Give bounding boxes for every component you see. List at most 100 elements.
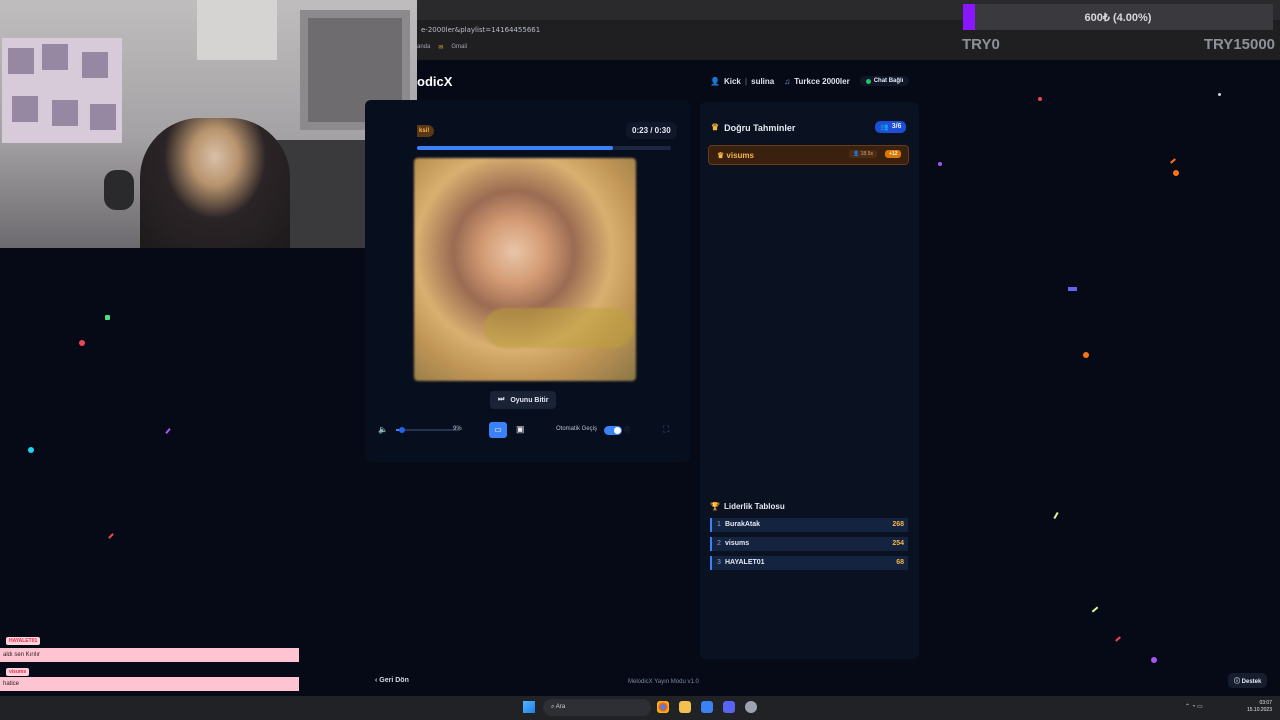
correct-guesses-count: 3/6 xyxy=(891,123,902,130)
playlist-name: Turkce 2000ler xyxy=(794,76,850,86)
version-label: MelodicX Yayın Modu v1.0 xyxy=(628,679,699,685)
webcam-shelf xyxy=(197,0,277,60)
skip-end-icon: ⏭ xyxy=(498,396,505,403)
leaderboard-row: 1 BurakAtak 268 xyxy=(710,518,908,532)
app-icon[interactable] xyxy=(701,701,713,713)
chat-username: HAYALET01 xyxy=(6,637,41,645)
webcam-feed xyxy=(0,0,417,248)
bookmark-item[interactable]: Gmail xyxy=(451,44,467,51)
back-button[interactable]: ‹ Geri Dön xyxy=(375,677,409,684)
platform-user: 👤 Kick | sulina xyxy=(710,76,774,86)
app-topbar: 👤 Kick | sulina ♫ Turkce 2000ler Chat Ba… xyxy=(710,76,910,86)
side-panel xyxy=(700,102,919,659)
display-mode-icon[interactable]: ▣ xyxy=(516,424,525,435)
fullscreen-icon[interactable]: ⛶ xyxy=(663,424,669,435)
confetti-piece xyxy=(1173,170,1179,176)
windows-start-icon[interactable] xyxy=(523,701,535,713)
leaderboard-row: 2 visums 254 xyxy=(710,537,908,551)
leaderboard-rank: 1 xyxy=(717,521,721,528)
taskbar-search[interactable]: ⌕ Ara xyxy=(543,699,651,716)
volume-slider-knob[interactable] xyxy=(398,427,405,433)
volume-slider[interactable] xyxy=(396,427,460,433)
address-bar[interactable]: e-2000ler&playlist=14164455661 xyxy=(421,26,540,34)
confetti-piece xyxy=(1068,287,1077,291)
confetti-piece xyxy=(1053,511,1059,520)
info-icon[interactable]: ⓘ xyxy=(624,425,630,434)
donation-goal-bar: 600₺ (4.00%) xyxy=(963,4,1273,30)
webcam-speaker xyxy=(104,170,134,210)
volume-percent: 9% xyxy=(453,426,462,432)
song-progress-bar xyxy=(417,146,671,150)
hint-badge: ksi! xyxy=(417,125,435,137)
player-controls: 🔈 9% ▭ ▣ Otomatik Geçiş ⓘ ⛶ xyxy=(378,422,678,438)
album-cover-blurred xyxy=(414,158,636,381)
clock-time: 03:07 xyxy=(1259,700,1272,706)
music-note-icon: ♫ xyxy=(784,76,791,86)
user-icon: 👤 xyxy=(710,76,720,86)
correct-guess-row: ♛ visums 👤 18.5s +12 xyxy=(708,145,909,165)
folder-icon[interactable] xyxy=(679,701,691,713)
confetti-piece xyxy=(938,162,942,166)
confetti-piece xyxy=(1083,352,1089,358)
tray-icons[interactable]: ⌃ ◔ ▭ xyxy=(1185,703,1203,710)
chat-status-badge: Chat Bağlı xyxy=(859,76,910,86)
users-icon: 👥 xyxy=(880,124,889,131)
chat-username: visums xyxy=(6,668,30,676)
leaderboard-row: 3 HAYALET01 68 xyxy=(710,556,908,570)
support-button[interactable]: ⓘ Destek xyxy=(1228,673,1268,688)
correct-guesses-header: ♛ Doğru Tahminler xyxy=(711,122,795,133)
volume-icon[interactable]: 🔈 xyxy=(378,425,388,434)
leaderboard-score: 254 xyxy=(892,540,904,547)
confetti-piece xyxy=(28,447,34,453)
leaderboard-name: BurakAtak xyxy=(725,521,761,528)
guess-points: +12 xyxy=(885,150,902,158)
monitor-mode-icon[interactable]: ▭ xyxy=(489,422,507,438)
end-game-button[interactable]: ⏭ Oyunu Bitir xyxy=(490,391,557,409)
confetti-piece xyxy=(1091,606,1099,613)
username: sulina xyxy=(751,76,775,86)
trophy-icon: 🏆 xyxy=(710,502,720,511)
leaderboard-name: HAYALET01 xyxy=(725,559,765,566)
leaderboard-title: Liderlik Tablosu xyxy=(723,502,785,511)
song-progress-fill xyxy=(417,146,613,150)
divider: | xyxy=(744,76,748,86)
status-dot-icon xyxy=(865,78,871,84)
end-game-label: Oyunu Bitir xyxy=(510,396,549,404)
gmail-icon: ✉ xyxy=(438,45,444,51)
bookmark-item[interactable]: anda xyxy=(417,44,430,51)
os-taskbar: ⌕ Ara ⌃ ◔ ▭ 03:07 15.10.2023 xyxy=(0,696,1280,720)
correct-guesses-count-badge: 👥 3/6 xyxy=(875,121,907,133)
clock-date: 15.10.2023 xyxy=(1246,707,1272,713)
confetti-piece xyxy=(1218,93,1221,96)
confetti-piece xyxy=(1115,636,1121,642)
chat-status-label: Chat Bağlı xyxy=(873,78,904,84)
confetti-piece xyxy=(1038,97,1042,101)
leaderboard-name: visums xyxy=(725,540,750,547)
confetti-piece xyxy=(108,533,114,539)
playlist-info: ♫ Turkce 2000ler xyxy=(784,76,849,86)
crown-icon: ♛ xyxy=(711,122,720,132)
platform-label: Kick xyxy=(723,76,741,86)
taskbar-clock[interactable]: 03:07 15.10.2023 xyxy=(1247,700,1272,714)
chrome-icon[interactable] xyxy=(657,701,669,713)
app-brand[interactable]: odicX xyxy=(417,74,452,89)
leaderboard-header: 🏆 Liderlik Tablosu xyxy=(710,502,785,511)
guess-time: 👤 18.5s xyxy=(849,150,877,158)
leaderboard-score: 268 xyxy=(892,521,904,528)
donation-goal-max: TRY15000 xyxy=(1203,36,1275,53)
correct-guesses-title: Doğru Tahminler xyxy=(724,122,796,133)
webcam-wall-posters xyxy=(2,38,122,143)
confetti-piece xyxy=(79,340,85,346)
leaderboard-rank: 3 xyxy=(717,559,721,566)
chat-message: aldı sen Kırılır xyxy=(0,648,299,662)
chat-message: hatice xyxy=(0,677,299,691)
webcam-streamer xyxy=(140,118,290,248)
guess-user: ♛ visums xyxy=(717,151,754,160)
obs-icon[interactable] xyxy=(745,701,757,713)
auto-switch-toggle[interactable] xyxy=(604,426,622,435)
auto-switch-label: Otomatik Geçiş xyxy=(556,426,598,432)
leaderboard-score: 68 xyxy=(896,559,904,566)
donation-goal-min: TRY0 xyxy=(962,36,1000,53)
leaderboard-rank: 2 xyxy=(717,540,721,547)
discord-icon[interactable] xyxy=(723,701,735,713)
